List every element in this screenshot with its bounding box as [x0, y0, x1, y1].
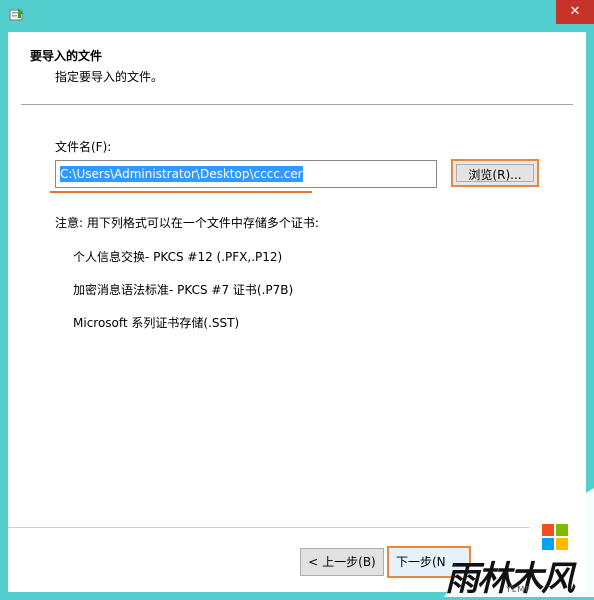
file-name-label: 文件名(F):: [55, 140, 112, 154]
format-item-pfx: 个人信息交换- PKCS #12 (.PFX,.P12): [73, 250, 283, 264]
watermark-logo-subtext: YLMF: [506, 585, 531, 594]
header-divider: [21, 104, 573, 105]
page-title: 要导入的文件: [30, 49, 103, 63]
back-button[interactable]: < 上一步(B): [300, 548, 384, 576]
file-name-input[interactable]: C:\Users\Administrator\Desktop\cccc.cer: [55, 160, 437, 188]
browse-button[interactable]: 浏览(R)...: [451, 159, 539, 187]
format-item-sst: Microsoft 系列证书存储(.SST): [73, 316, 240, 330]
title-bar: ✕: [0, 0, 594, 32]
file-name-value: C:\Users\Administrator\Desktop\cccc.cer: [60, 166, 303, 182]
page-description: 指定要导入的文件。: [55, 70, 164, 84]
close-button[interactable]: ✕: [556, 0, 594, 24]
certificate-app-icon: [9, 8, 24, 21]
format-note: 注意: 用下列格式可以在一个文件中存储多个证书:: [55, 216, 319, 230]
browse-button-label: 浏览(R)...: [456, 164, 534, 182]
annotation-underline: [50, 191, 312, 193]
format-item-p7b: 加密消息语法标准- PKCS #7 证书(.P7B): [73, 283, 294, 297]
